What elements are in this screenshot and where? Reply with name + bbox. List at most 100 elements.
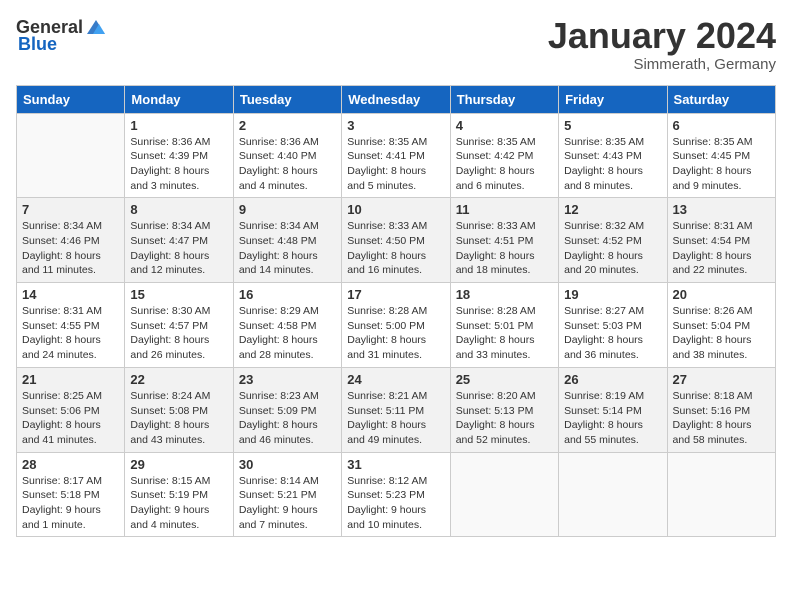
calendar-table: SundayMondayTuesdayWednesdayThursdayFrid… — [16, 85, 776, 538]
calendar-cell: 1 Sunrise: 8:36 AMSunset: 4:39 PMDaylight… — [125, 113, 233, 198]
calendar-cell: 27 Sunrise: 8:18 AMSunset: 5:16 PMDayligh… — [667, 367, 775, 452]
day-info: Sunrise: 8:30 AMSunset: 4:57 PMDaylight:… — [130, 304, 227, 363]
day-number: 22 — [130, 372, 227, 387]
calendar-cell: 10Sunrise: 8:33 AMSunset: 4:50 PMDayligh… — [342, 198, 450, 283]
day-info: Sunrise: 8:34 AMSunset: 4:48 PMDaylight:… — [239, 219, 336, 278]
calendar-cell: 17 Sunrise: 8:28 AMSunset: 5:00 PMDayligh… — [342, 283, 450, 368]
weekday-header-saturday: Saturday — [667, 85, 775, 113]
day-info: Sunrise: 8:35 AMSunset: 4:43 PMDaylight:… — [564, 135, 661, 194]
day-number: 7 — [22, 202, 119, 217]
calendar-cell: 31 Sunrise: 8:12 AMSunset: 5:23 PMDayligh… — [342, 452, 450, 537]
day-info: Sunrise: 8:23 AMSunset: 5:09 PMDaylight:… — [239, 389, 336, 448]
day-info: Sunrise: 8:29 AMSunset: 4:58 PMDaylight:… — [239, 304, 336, 363]
day-number: 25 — [456, 372, 553, 387]
calendar-cell: 22 Sunrise: 8:24 AMSunset: 5:08 PMDayligh… — [125, 367, 233, 452]
calendar-cell: 28Sunrise: 8:17 AMSunset: 5:18 PMDayligh… — [17, 452, 125, 537]
weekday-header-wednesday: Wednesday — [342, 85, 450, 113]
calendar-cell: 18Sunrise: 8:28 AMSunset: 5:01 PMDayligh… — [450, 283, 558, 368]
calendar-week-2: 7 Sunrise: 8:34 AMSunset: 4:46 PMDaylight… — [17, 198, 776, 283]
calendar-cell: 8 Sunrise: 8:34 AMSunset: 4:47 PMDaylight… — [125, 198, 233, 283]
calendar-cell: 5 Sunrise: 8:35 AMSunset: 4:43 PMDaylight… — [559, 113, 667, 198]
day-number: 4 — [456, 118, 553, 133]
day-number: 21 — [22, 372, 119, 387]
day-number: 3 — [347, 118, 444, 133]
calendar-header-row: SundayMondayTuesdayWednesdayThursdayFrid… — [17, 85, 776, 113]
day-info: Sunrise: 8:34 AMSunset: 4:46 PMDaylight:… — [22, 219, 119, 278]
day-info: Sunrise: 8:14 AMSunset: 5:21 PMDaylight:… — [239, 474, 336, 533]
day-info: Sunrise: 8:35 AMSunset: 4:45 PMDaylight:… — [673, 135, 770, 194]
day-number: 14 — [22, 287, 119, 302]
day-number: 9 — [239, 202, 336, 217]
calendar-cell — [559, 452, 667, 537]
day-info: Sunrise: 8:21 AMSunset: 5:11 PMDaylight:… — [347, 389, 444, 448]
day-info: Sunrise: 8:31 AMSunset: 4:54 PMDaylight:… — [673, 219, 770, 278]
logo: General Blue — [16, 16, 107, 55]
day-number: 31 — [347, 457, 444, 472]
day-info: Sunrise: 8:34 AMSunset: 4:47 PMDaylight:… — [130, 219, 227, 278]
day-info: Sunrise: 8:32 AMSunset: 4:52 PMDaylight:… — [564, 219, 661, 278]
calendar-week-5: 28Sunrise: 8:17 AMSunset: 5:18 PMDayligh… — [17, 452, 776, 537]
day-number: 15 — [130, 287, 227, 302]
day-info: Sunrise: 8:36 AMSunset: 4:40 PMDaylight:… — [239, 135, 336, 194]
day-info: Sunrise: 8:26 AMSunset: 5:04 PMDaylight:… — [673, 304, 770, 363]
day-number: 5 — [564, 118, 661, 133]
day-number: 20 — [673, 287, 770, 302]
title-block: January 2024 Simmerath, Germany — [548, 16, 776, 73]
weekday-header-thursday: Thursday — [450, 85, 558, 113]
calendar-cell — [17, 113, 125, 198]
day-number: 11 — [456, 202, 553, 217]
day-number: 23 — [239, 372, 336, 387]
day-info: Sunrise: 8:28 AMSunset: 5:00 PMDaylight:… — [347, 304, 444, 363]
calendar-cell: 4 Sunrise: 8:35 AMSunset: 4:42 PMDaylight… — [450, 113, 558, 198]
logo-icon — [85, 16, 107, 38]
calendar-cell: 15 Sunrise: 8:30 AMSunset: 4:57 PMDayligh… — [125, 283, 233, 368]
day-info: Sunrise: 8:20 AMSunset: 5:13 PMDaylight:… — [456, 389, 553, 448]
day-number: 1 — [130, 118, 227, 133]
calendar-week-1: 1 Sunrise: 8:36 AMSunset: 4:39 PMDaylight… — [17, 113, 776, 198]
calendar-cell: 16Sunrise: 8:29 AMSunset: 4:58 PMDayligh… — [233, 283, 341, 368]
calendar-cell: 14 Sunrise: 8:31 AMSunset: 4:55 PMDayligh… — [17, 283, 125, 368]
day-info: Sunrise: 8:28 AMSunset: 5:01 PMDaylight:… — [456, 304, 553, 363]
day-number: 27 — [673, 372, 770, 387]
day-info: Sunrise: 8:15 AMSunset: 5:19 PMDaylight:… — [130, 474, 227, 533]
day-info: Sunrise: 8:25 AMSunset: 5:06 PMDaylight:… — [22, 389, 119, 448]
day-number: 8 — [130, 202, 227, 217]
weekday-header-sunday: Sunday — [17, 85, 125, 113]
day-number: 17 — [347, 287, 444, 302]
day-number: 24 — [347, 372, 444, 387]
calendar-cell: 20 Sunrise: 8:26 AMSunset: 5:04 PMDayligh… — [667, 283, 775, 368]
calendar-cell: 7 Sunrise: 8:34 AMSunset: 4:46 PMDaylight… — [17, 198, 125, 283]
month-title: January 2024 — [548, 16, 776, 56]
calendar-cell: 23 Sunrise: 8:23 AMSunset: 5:09 PMDayligh… — [233, 367, 341, 452]
day-info: Sunrise: 8:17 AMSunset: 5:18 PMDaylight:… — [22, 474, 119, 533]
day-info: Sunrise: 8:33 AMSunset: 4:50 PMDaylight:… — [347, 219, 444, 278]
day-number: 29 — [130, 457, 227, 472]
day-info: Sunrise: 8:31 AMSunset: 4:55 PMDaylight:… — [22, 304, 119, 363]
calendar-cell: 11Sunrise: 8:33 AMSunset: 4:51 PMDayligh… — [450, 198, 558, 283]
day-info: Sunrise: 8:36 AMSunset: 4:39 PMDaylight:… — [130, 135, 227, 194]
day-info: Sunrise: 8:18 AMSunset: 5:16 PMDaylight:… — [673, 389, 770, 448]
calendar-week-4: 21 Sunrise: 8:25 AMSunset: 5:06 PMDayligh… — [17, 367, 776, 452]
calendar-cell: 3 Sunrise: 8:35 AMSunset: 4:41 PMDaylight… — [342, 113, 450, 198]
location-subtitle: Simmerath, Germany — [548, 56, 776, 73]
calendar-cell: 19Sunrise: 8:27 AMSunset: 5:03 PMDayligh… — [559, 283, 667, 368]
page-header: General Blue January 2024 Simmerath, Ger… — [16, 16, 776, 73]
calendar-cell: 6Sunrise: 8:35 AMSunset: 4:45 PMDaylight… — [667, 113, 775, 198]
calendar-cell: 25 Sunrise: 8:20 AMSunset: 5:13 PMDayligh… — [450, 367, 558, 452]
day-number: 26 — [564, 372, 661, 387]
day-number: 2 — [239, 118, 336, 133]
day-number: 12 — [564, 202, 661, 217]
day-number: 13 — [673, 202, 770, 217]
day-info: Sunrise: 8:12 AMSunset: 5:23 PMDaylight:… — [347, 474, 444, 533]
calendar-cell: 24 Sunrise: 8:21 AMSunset: 5:11 PMDayligh… — [342, 367, 450, 452]
calendar-cell: 9 Sunrise: 8:34 AMSunset: 4:48 PMDaylight… — [233, 198, 341, 283]
calendar-cell: 2 Sunrise: 8:36 AMSunset: 4:40 PMDaylight… — [233, 113, 341, 198]
day-info: Sunrise: 8:27 AMSunset: 5:03 PMDaylight:… — [564, 304, 661, 363]
day-info: Sunrise: 8:35 AMSunset: 4:42 PMDaylight:… — [456, 135, 553, 194]
day-info: Sunrise: 8:19 AMSunset: 5:14 PMDaylight:… — [564, 389, 661, 448]
day-info: Sunrise: 8:24 AMSunset: 5:08 PMDaylight:… — [130, 389, 227, 448]
weekday-header-friday: Friday — [559, 85, 667, 113]
calendar-week-3: 14 Sunrise: 8:31 AMSunset: 4:55 PMDayligh… — [17, 283, 776, 368]
day-info: Sunrise: 8:35 AMSunset: 4:41 PMDaylight:… — [347, 135, 444, 194]
calendar-cell — [667, 452, 775, 537]
